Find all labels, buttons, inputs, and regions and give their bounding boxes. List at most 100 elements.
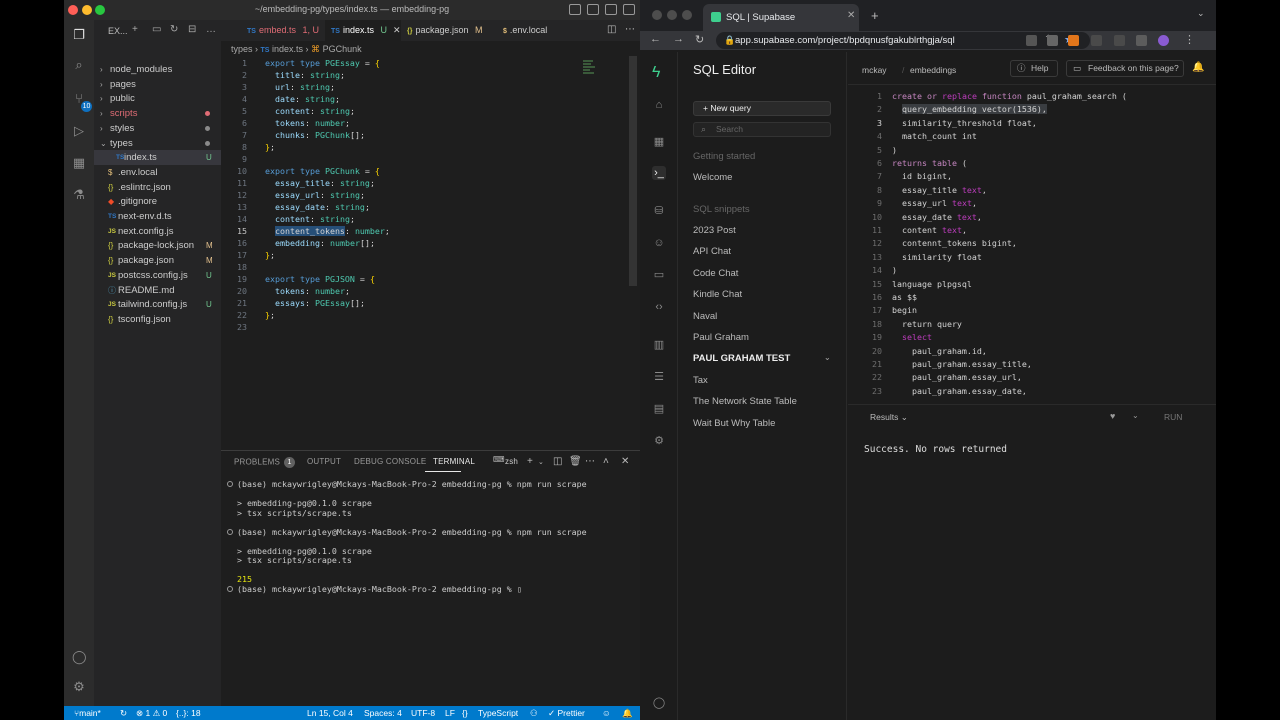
authentication-icon[interactable]: ☺	[652, 236, 666, 250]
git-branch-status[interactable]: ⑂ main*	[74, 706, 101, 720]
terminal-shell-name[interactable]: zsh	[505, 457, 518, 466]
code-line[interactable]: 1 export type PGEssay = {	[221, 57, 631, 69]
close-window-button[interactable]	[652, 10, 662, 20]
sql-line[interactable]: 22 paul_graham.essay_url,	[848, 371, 1208, 384]
code-text[interactable]: };	[265, 309, 275, 321]
tab-package-json[interactable]: {} package.json M	[401, 20, 483, 41]
results-dropdown[interactable]: Results ⌄	[870, 412, 908, 423]
snippet-item[interactable]: Tax	[693, 375, 838, 386]
feedback-button[interactable]: ▭ Feedback on this page?	[1066, 60, 1184, 77]
customize-layout-icon[interactable]	[623, 4, 635, 15]
code-line[interactable]: 2 title: string;	[221, 69, 631, 81]
sql-line[interactable]: 16 as $$	[848, 291, 1208, 304]
tab-env-local[interactable]: $ .env.local	[497, 20, 547, 41]
tree-item[interactable]: › public	[94, 91, 221, 106]
snippet-item[interactable]: Naval	[693, 311, 838, 322]
sql-line[interactable]: 4 match_count int	[848, 130, 1208, 143]
reload-icon[interactable]: ↻	[695, 33, 704, 46]
code-text[interactable]: essay_date: string;	[265, 201, 370, 213]
tree-item[interactable]: ⓘ README.md	[94, 283, 221, 298]
code-line[interactable]: 7 chunks: PGChunk[];	[221, 129, 631, 141]
snippet-item[interactable]: Wait But Why Table	[693, 418, 838, 429]
tree-item[interactable]: {} package-lock.json M	[94, 238, 221, 253]
sql-text[interactable]: paul_graham.essay_title,	[892, 358, 1032, 371]
command-decoration-icon[interactable]	[227, 585, 233, 592]
code-text[interactable]: essays: PGEssay[];	[265, 297, 365, 309]
supabase-logo-icon[interactable]: ϟ	[652, 64, 668, 82]
code-text[interactable]: url: string;	[265, 81, 335, 93]
more-actions-icon[interactable]: ⋯	[585, 456, 595, 467]
eol-status[interactable]: LF	[445, 706, 455, 720]
code-line[interactable]: 13 essay_date: string;	[221, 201, 631, 213]
code-line[interactable]: 14 content: string;	[221, 213, 631, 225]
snippet-item[interactable]: API Chat	[693, 246, 838, 257]
sql-line[interactable]: 8 essay_title text,	[848, 184, 1208, 197]
split-editor-icon[interactable]: ◫	[607, 24, 616, 35]
code-line[interactable]: 3 url: string;	[221, 81, 631, 93]
chevron-down-icon[interactable]: ⌄	[1132, 411, 1139, 420]
sql-text[interactable]: essay_url text,	[892, 197, 977, 210]
sql-line[interactable]: 2 query_embedding vector(1536),	[848, 103, 1208, 116]
run-button[interactable]: RUN	[1164, 412, 1182, 422]
sql-line[interactable]: 5)	[848, 144, 1208, 157]
snippet-item[interactable]: Paul Graham	[693, 332, 838, 343]
sql-text[interactable]: similarity float	[892, 251, 982, 264]
snippet-item[interactable]: PAUL GRAHAM TEST ⌄	[693, 353, 838, 364]
code-line[interactable]: 11 essay_title: string;	[221, 177, 631, 189]
new-tab-icon[interactable]: +	[871, 8, 879, 23]
notifications-bell-icon[interactable]: 🔔	[1192, 62, 1204, 73]
sql-text[interactable]: return query	[892, 318, 962, 331]
sql-text[interactable]: match_count int	[892, 130, 977, 143]
sql-text[interactable]: paul_graham.essay_url,	[892, 371, 1022, 384]
indentation-status[interactable]: Spaces: 4	[364, 706, 402, 720]
tab-index-ts[interactable]: TS index.ts U ✕	[325, 20, 401, 41]
sync-icon[interactable]: ↻	[120, 706, 127, 720]
code-line[interactable]: 19 export type PGJSON = {	[221, 273, 631, 285]
browser-tab[interactable]: SQL | Supabase ✕	[703, 4, 859, 31]
split-terminal-icon[interactable]: ◫	[553, 456, 562, 467]
code-text[interactable]: title: string;	[265, 69, 345, 81]
tab-output[interactable]: OUTPUT	[307, 457, 341, 466]
sql-line[interactable]: 3 similarity_threshold float,	[848, 117, 1208, 130]
edge-functions-icon[interactable]: ‹›	[652, 300, 666, 314]
sql-code-editor[interactable]: 1 create or replace function paul_graham_…	[848, 88, 1216, 400]
command-decoration-icon[interactable]	[227, 528, 233, 535]
extension-metamask-icon[interactable]	[1068, 35, 1079, 46]
settings-gear-icon[interactable]: ⚙	[72, 680, 86, 694]
code-text[interactable]: export type PGEssay = {	[265, 57, 380, 69]
code-line[interactable]: 15 content_tokens: number;	[221, 225, 631, 237]
sql-text[interactable]: paul_graham.content	[892, 398, 1007, 400]
maximize-window-button[interactable]	[682, 10, 692, 20]
breadcrumb-symbol[interactable]: PGChunk	[323, 44, 362, 54]
welcome-link[interactable]: Welcome	[693, 172, 838, 183]
extensions-puzzle-icon[interactable]	[1136, 35, 1147, 46]
sql-text[interactable]: paul_graham.id,	[892, 345, 987, 358]
kill-terminal-icon[interactable]: 🗑	[569, 456, 582, 467]
code-line[interactable]: 17};	[221, 249, 631, 261]
cursor-position-status[interactable]: Ln 15, Col 4	[307, 706, 353, 720]
code-text[interactable]: chunks: PGChunk[];	[265, 129, 365, 141]
sql-editor-icon[interactable]: ›_	[652, 166, 666, 180]
new-folder-icon[interactable]: ▭	[152, 25, 162, 35]
tree-item[interactable]: {} package.json M	[94, 253, 221, 268]
code-line[interactable]: 6 tokens: number;	[221, 117, 631, 129]
code-text[interactable]: tokens: number;	[265, 117, 350, 129]
sql-line[interactable]: 19 select	[848, 331, 1208, 344]
sql-text[interactable]: returns table (	[892, 157, 967, 170]
problems-status[interactable]: ⊗ 1 ⚠ 0	[136, 706, 167, 720]
command-decoration-icon[interactable]	[227, 481, 233, 487]
code-text[interactable]: content: string;	[265, 213, 355, 225]
snippet-item[interactable]: 2023 Post	[693, 225, 838, 236]
home-icon[interactable]: ⌂	[652, 98, 666, 112]
tree-item[interactable]: ⌄ types	[94, 136, 221, 151]
sql-line[interactable]: 15 language plpgsql	[848, 278, 1208, 291]
code-text[interactable]: export type PGJSON = {	[265, 273, 375, 285]
code-text[interactable]: export type PGChunk = {	[265, 165, 380, 177]
logs-icon[interactable]: ☰	[652, 370, 666, 384]
code-text[interactable]: content_tokens: number;	[265, 225, 390, 237]
code-line[interactable]: 10 export type PGChunk = {	[221, 165, 631, 177]
sql-line[interactable]: 23 paul_graham.essay_date,	[848, 385, 1208, 398]
terminal-dropdown-chevron-icon[interactable]: ⌄	[538, 458, 544, 466]
table-editor-icon[interactable]: ▦	[652, 135, 666, 149]
extension-icon[interactable]	[1114, 35, 1125, 46]
